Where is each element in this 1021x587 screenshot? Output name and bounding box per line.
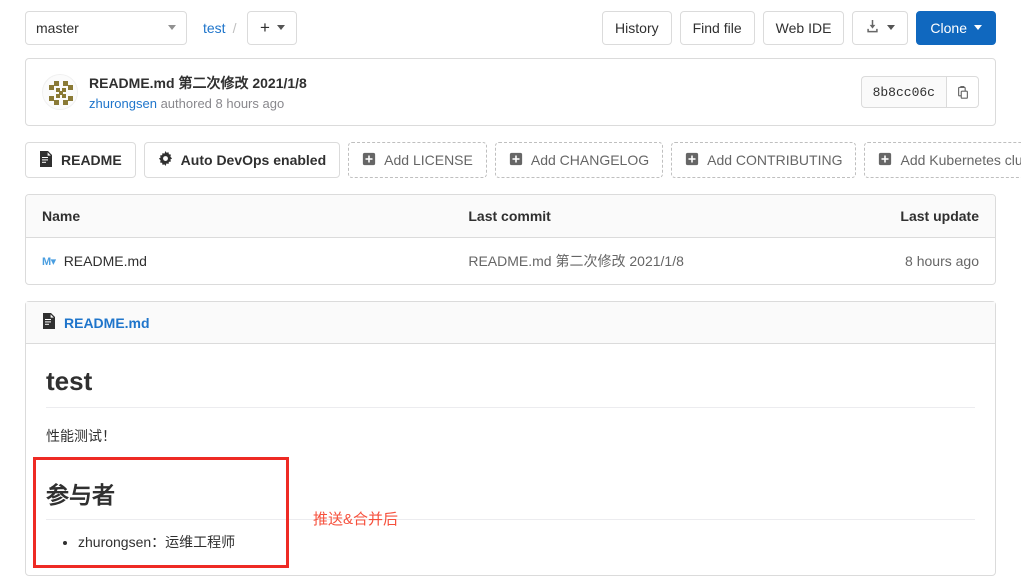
cell-last-commit: README.md 第二次修改 2021/1/8 [452,238,801,285]
breadcrumb-separator: / [232,19,237,36]
list-item: zhurongsen：运维工程师 [78,531,975,555]
gear-icon [158,151,173,169]
readme-quick-button-label: README [61,152,122,168]
auto-devops-button[interactable]: Auto DevOps enabled [143,142,341,178]
add-changelog-button-label: Add CHANGELOG [530,152,650,168]
add-kubernetes-cluster-button-label: Add Kubernetes cluster [900,152,1021,168]
add-to-tree-button[interactable]: + [247,10,298,45]
auto-devops-button-label: Auto DevOps enabled [180,152,327,168]
document-icon [39,150,53,170]
identicon-avatar [43,75,77,109]
branch-selector-label: master [36,19,79,36]
annotation-note: 推送&合并后 [313,511,399,528]
column-header-name: Name [26,195,453,238]
readme-panel-title[interactable]: README.md [64,315,150,331]
branch-selector[interactable]: master [25,10,187,45]
add-license-button[interactable]: Add LICENSE [348,142,487,178]
file-name-link[interactable]: README.md [64,253,147,269]
download-icon [865,19,880,37]
plus-square-icon [878,152,892,169]
readme-paragraph: 性能测试！ [46,428,116,444]
find-file-button[interactable]: Find file [679,10,755,45]
repository-toolbar: master test / + History Find file Web ID… [25,0,996,48]
commit-meta: zhurongsen authored 8 hours ago [89,96,307,111]
chevron-down-icon [887,25,896,30]
cell-last-update: 8 hours ago [905,253,979,269]
commit-sha-group: 8b8cc06c [860,76,979,108]
last-commit-panel: README.md 第二次修改 2021/1/8 zhurongsen auth… [25,58,996,126]
commit-title[interactable]: README.md 第二次修改 2021/1/8 [89,73,307,93]
toolbar-actions: History Find file Web IDE Clone [602,10,996,45]
breadcrumb: test / + [203,10,298,45]
last-commit-link[interactable]: README.md 第二次修改 2021/1/8 [468,253,684,269]
file-tree-table: Name Last commit Last update M▾ README.m… [25,194,996,285]
history-button[interactable]: History [602,10,672,45]
add-kubernetes-cluster-button[interactable]: Add Kubernetes cluster [864,142,1021,178]
readme-quick-button[interactable]: README [25,142,136,178]
table-row[interactable]: M▾ README.md README.md 第二次修改 2021/1/8 8 … [26,238,995,285]
find-file-button-label: Find file [692,19,742,36]
document-icon [42,313,56,332]
commit-info: README.md 第二次修改 2021/1/8 zhurongsen auth… [89,73,307,111]
commit-meta-text: authored 8 hours ago [160,96,285,111]
readme-heading-2: 参与者 [46,476,975,520]
readme-heading-1: test [46,366,975,408]
repository-page: master test / + History Find file Web ID… [0,0,1021,587]
readme-list: zhurongsen：运维工程师 [46,531,975,555]
copy-sha-button[interactable] [946,76,979,108]
plus-square-icon [362,152,376,169]
quick-actions-row: README Auto DevOps enabled Add LICENSE A… [25,142,1021,178]
add-changelog-button[interactable]: Add CHANGELOG [494,142,664,178]
avatar[interactable] [42,74,78,110]
plus-square-icon [685,152,699,169]
chevron-down-icon [168,25,176,30]
breadcrumb-item-project[interactable]: test [203,20,226,36]
column-header-last-commit: Last commit [452,195,802,238]
chevron-down-icon [276,25,285,30]
add-license-button-label: Add LICENSE [384,152,473,168]
commit-sha[interactable]: 8b8cc06c [860,76,946,108]
cell-file-name: M▾ README.md [26,238,452,285]
markdown-file-icon: M▾ [42,255,56,268]
add-contributing-button-label: Add CONTRIBUTING [707,152,843,168]
commit-author-link[interactable]: zhurongsen [89,96,157,111]
chevron-down-icon [974,25,982,30]
readme-panel-header: README.md [26,302,995,344]
history-button-label: History [615,19,659,36]
web-ide-button-label: Web IDE [775,19,832,36]
clone-button-label: Clone [930,19,967,36]
readme-panel: README.md test 性能测试！ 参与者 zhurongsen：运维工程… [25,301,996,576]
web-ide-button[interactable]: Web IDE [762,10,845,45]
clone-button[interactable]: Clone [916,10,996,45]
add-contributing-button[interactable]: Add CONTRIBUTING [671,142,857,178]
plus-square-icon [509,152,523,169]
readme-content: test 性能测试！ 参与者 zhurongsen：运维工程师 [26,344,995,575]
download-dropdown-button[interactable] [852,10,909,45]
table-header-row: Name Last commit Last update [26,195,995,238]
clipboard-icon [957,85,968,99]
plus-icon: + [260,18,270,37]
column-header-last-update: Last update [801,195,995,238]
